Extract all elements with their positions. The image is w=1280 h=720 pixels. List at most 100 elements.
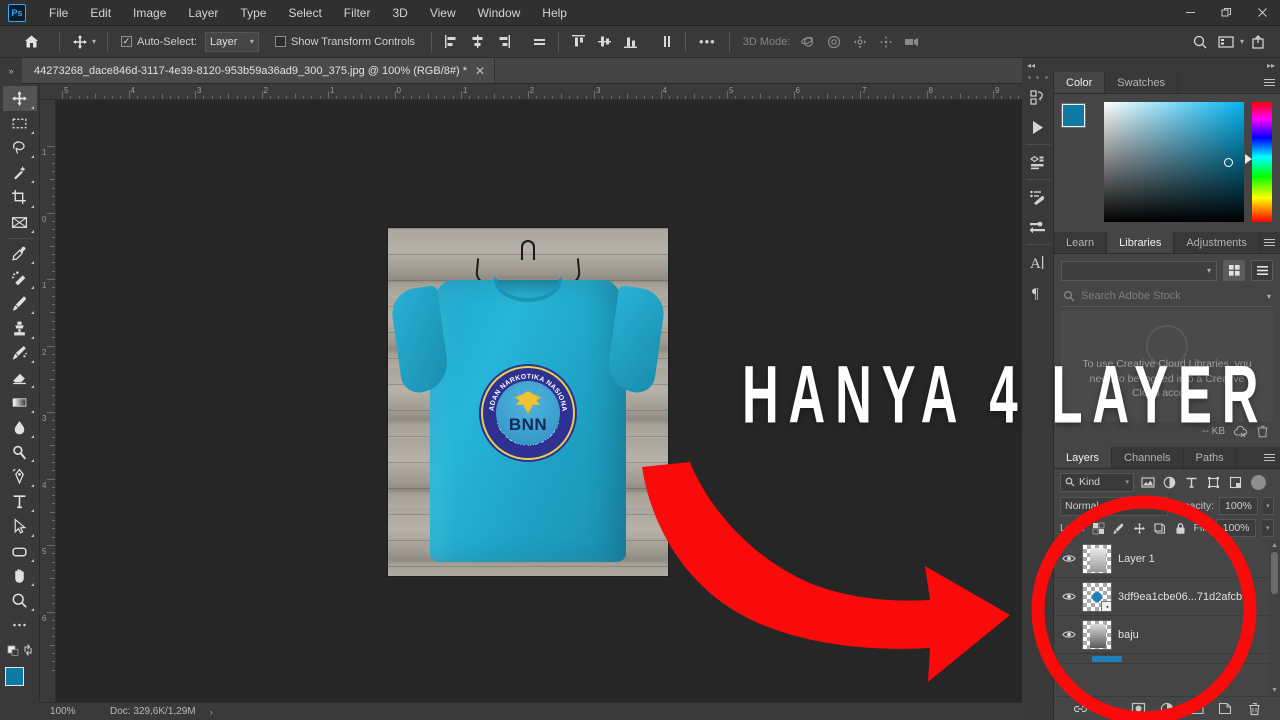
default-swap-colors[interactable] [3, 638, 37, 663]
paragraph-panel-icon[interactable]: ¶ [1023, 277, 1053, 307]
distribute-horizontal-button[interactable] [527, 31, 551, 53]
blend-mode-dropdown[interactable]: Normal ▾ [1060, 496, 1168, 516]
menu-select[interactable]: Select [277, 2, 332, 24]
color-picker-field[interactable] [1104, 102, 1244, 222]
lasso-tool[interactable] [3, 136, 37, 161]
distribute-vertical-button[interactable] [654, 31, 678, 53]
lock-image-icon[interactable] [1112, 521, 1126, 536]
share-icon[interactable] [1246, 31, 1270, 53]
clone-stamp-tool[interactable] [3, 316, 37, 341]
grid-view-icon[interactable] [1223, 260, 1245, 281]
lock-transparent-icon[interactable] [1091, 521, 1105, 536]
restore-button[interactable] [1208, 0, 1244, 26]
canvas-area[interactable]: BADAN NARKOTIKA NASIONAL REPUBLIK INDONE… [56, 100, 1022, 702]
path-selection-tool[interactable] [3, 514, 37, 539]
align-horizontal-centers-button[interactable] [465, 31, 489, 53]
adjustment-layer-icon[interactable] [1159, 701, 1175, 717]
layer-thumbnail[interactable] [1082, 543, 1112, 574]
history-panel-icon[interactable] [1023, 82, 1053, 112]
tab-learn[interactable]: Learn [1054, 232, 1108, 253]
close-button[interactable] [1244, 0, 1280, 26]
eyedropper-tool[interactable] [3, 242, 37, 267]
spot-healing-brush-tool[interactable] [3, 266, 37, 291]
foreground-color-swatch[interactable] [4, 666, 24, 686]
layer-name[interactable]: baju [1118, 629, 1139, 641]
adobe-stock-search[interactable]: Search Adobe Stock ▾ [1061, 286, 1273, 307]
actions-panel-icon[interactable] [1023, 112, 1053, 142]
menu-edit[interactable]: Edit [79, 2, 122, 24]
fill-stepper[interactable]: ▾ [1262, 519, 1274, 537]
3d-roll-icon[interactable] [822, 31, 846, 53]
scroll-down-icon[interactable]: ▼ [1269, 685, 1280, 696]
3d-slide-icon[interactable] [874, 31, 898, 53]
frame-tool[interactable] [3, 210, 37, 235]
library-select-dropdown[interactable]: ▾ [1061, 260, 1217, 281]
character-panel-icon[interactable]: A [1023, 247, 1053, 277]
link-layers-icon[interactable] [1072, 701, 1088, 717]
brush-settings-icon[interactable] [1023, 182, 1053, 212]
scroll-up-icon[interactable]: ▲ [1269, 540, 1280, 551]
layer-visibility-icon[interactable] [1058, 553, 1080, 564]
layer-filter-kind-dropdown[interactable]: Kind ▾ [1060, 472, 1134, 492]
opacity-stepper[interactable]: ▾ [1262, 497, 1274, 515]
chevron-down-icon[interactable]: ▾ [1267, 292, 1271, 301]
tab-channels[interactable]: Channels [1112, 447, 1184, 468]
minimize-button[interactable] [1172, 0, 1208, 26]
align-vertical-centers-button[interactable] [592, 31, 616, 53]
layer-style-icon[interactable]: fx [1101, 701, 1117, 717]
adjustment-filter-icon[interactable] [1161, 473, 1178, 492]
align-top-edges-button[interactable] [566, 31, 590, 53]
smart-object-filter-icon[interactable] [1227, 473, 1244, 492]
hue-slider-marker[interactable] [1245, 154, 1252, 164]
color-swatches[interactable] [3, 665, 37, 697]
lock-artboard-icon[interactable] [1153, 521, 1167, 536]
table-row[interactable]: ▪ 3df9ea1cbe06...71d2afcb1e [1054, 578, 1280, 616]
layer-name[interactable]: 3df9ea1cbe06...71d2afcb1e [1118, 591, 1254, 603]
gradient-tool[interactable] [3, 390, 37, 415]
zoom-level[interactable]: 100% [50, 706, 110, 717]
menu-window[interactable]: Window [467, 2, 532, 24]
active-tool-preset[interactable]: ▾ [67, 33, 100, 51]
menu-filter[interactable]: Filter [333, 2, 382, 24]
3d-orbit-icon[interactable] [796, 31, 820, 53]
color-picker-marker[interactable] [1224, 158, 1233, 167]
collapse-left-icon[interactable]: ◂◂ [1027, 61, 1035, 70]
3d-pan-icon[interactable] [848, 31, 872, 53]
crop-tool[interactable] [3, 185, 37, 210]
hand-tool[interactable] [3, 564, 37, 589]
show-transform-box[interactable] [274, 36, 286, 47]
align-right-edges-button[interactable] [491, 31, 515, 53]
lock-all-icon[interactable] [1173, 521, 1187, 536]
cloud-off-icon[interactable] [1233, 425, 1248, 438]
auto-select-scope-dropdown[interactable]: Layer ▾ [204, 31, 259, 52]
blur-tool[interactable] [3, 415, 37, 440]
edit-toolbar-button[interactable] [3, 613, 37, 638]
history-brush-tool[interactable] [3, 341, 37, 366]
chevron-down-icon[interactable]: ▾ [1240, 37, 1244, 46]
layer-name[interactable]: Layer 1 [1118, 553, 1155, 565]
menu-type[interactable]: Type [229, 2, 277, 24]
fill-value[interactable]: 100% [1215, 519, 1257, 537]
show-transform-controls-checkbox[interactable]: Show Transform Controls [274, 36, 415, 48]
menu-image[interactable]: Image [122, 2, 177, 24]
list-view-icon[interactable] [1251, 260, 1273, 281]
panel-menu-icon[interactable] [1258, 72, 1280, 93]
table-row[interactable]: Layer 1 [1054, 540, 1280, 578]
menu-3d[interactable]: 3D [381, 2, 418, 24]
pixel-filter-icon[interactable] [1139, 473, 1156, 492]
close-icon[interactable]: ✕ [475, 64, 485, 78]
table-row[interactable] [1054, 654, 1280, 664]
layer-list-scrollbar[interactable]: ▲ ▼ [1269, 540, 1280, 696]
workspace-icon[interactable] [1214, 31, 1238, 53]
menu-file[interactable]: File [38, 2, 79, 24]
layer-visibility-icon[interactable] [1058, 629, 1080, 640]
tab-libraries[interactable]: Libraries [1107, 232, 1175, 253]
tab-layers[interactable]: Layers [1054, 447, 1113, 468]
layer-list[interactable]: Layer 1 ▪ 3df9ea1cbe06...71d2afcb1e baju… [1054, 540, 1280, 696]
new-group-icon[interactable] [1188, 701, 1204, 717]
quick-selection-tool[interactable] [3, 160, 37, 185]
home-icon[interactable] [18, 30, 44, 54]
filter-enable-toggle[interactable] [1251, 474, 1266, 490]
tab-adjustments[interactable]: Adjustments [1174, 232, 1260, 253]
pen-tool[interactable] [3, 464, 37, 489]
